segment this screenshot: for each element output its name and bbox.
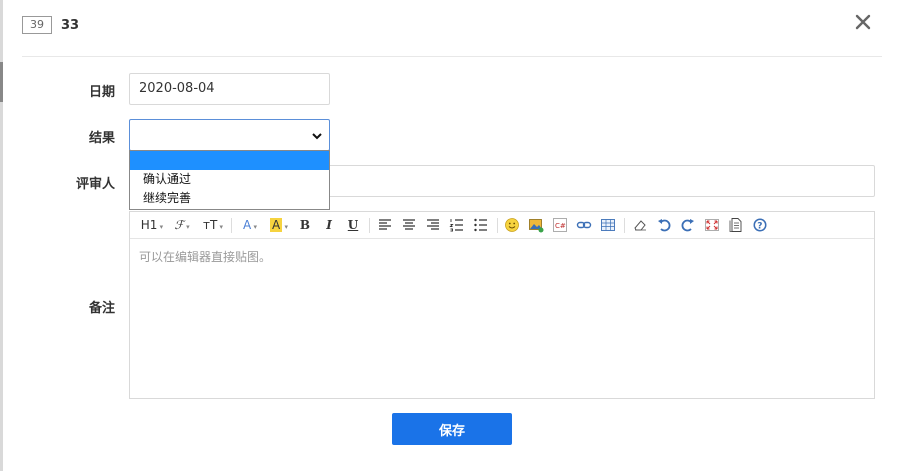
align-right-button[interactable] bbox=[425, 216, 441, 234]
result-option-improve[interactable]: 继续完善 bbox=[130, 189, 329, 208]
image-icon bbox=[529, 219, 544, 233]
link-icon bbox=[576, 221, 592, 229]
background-color-label: A bbox=[270, 218, 283, 232]
help-button[interactable]: ? bbox=[752, 216, 768, 234]
redo-icon bbox=[681, 219, 694, 232]
fullscreen-icon bbox=[705, 219, 719, 231]
align-right-icon bbox=[427, 219, 439, 230]
header-divider bbox=[22, 56, 882, 57]
reviewer-label: 评审人 bbox=[75, 177, 115, 192]
window-left-edge-handle bbox=[0, 62, 3, 102]
insert-code-button[interactable]: C# bbox=[552, 216, 568, 234]
code-icon: C# bbox=[553, 218, 567, 232]
ordered-list-button[interactable] bbox=[449, 216, 465, 234]
align-center-icon bbox=[403, 219, 415, 230]
undo-button[interactable] bbox=[656, 216, 672, 234]
emoji-button[interactable] bbox=[504, 216, 520, 234]
id-badge: 39 bbox=[22, 16, 52, 34]
toolbar-separator bbox=[497, 218, 498, 233]
svg-text:?: ? bbox=[757, 221, 762, 231]
toolbar-separator bbox=[624, 218, 625, 233]
clear-format-button[interactable] bbox=[632, 216, 648, 234]
editor-placeholder: 可以在编辑器直接贴图。 bbox=[139, 250, 272, 264]
font-family-button[interactable]: ℱ ▾ bbox=[170, 216, 194, 234]
font-size-button[interactable]: тT ▾ bbox=[200, 216, 226, 234]
align-left-button[interactable] bbox=[377, 216, 393, 234]
eraser-icon bbox=[634, 220, 646, 231]
save-button[interactable]: 保存 bbox=[392, 413, 512, 445]
undo-icon bbox=[658, 219, 671, 232]
help-icon: ? bbox=[753, 218, 767, 232]
unordered-list-icon bbox=[474, 218, 487, 232]
remarks-label: 备注 bbox=[88, 301, 115, 316]
chevron-down-icon bbox=[312, 133, 322, 140]
insert-link-button[interactable] bbox=[576, 216, 592, 234]
result-option-empty[interactable] bbox=[130, 151, 329, 170]
editor-toolbar: H1 ▾ ℱ ▾ тT ▾ A ▾ A ▾ B I U C# ? bbox=[130, 212, 874, 239]
result-label: 结果 bbox=[88, 131, 115, 146]
font-color-button[interactable]: A ▾ bbox=[239, 216, 261, 234]
font-color-label: A bbox=[243, 218, 252, 232]
font-size-label: тT bbox=[202, 218, 218, 232]
result-select[interactable] bbox=[129, 119, 330, 151]
heading-label: H1 bbox=[140, 218, 158, 232]
underline-button[interactable]: U bbox=[345, 216, 361, 234]
insert-table-button[interactable] bbox=[600, 216, 616, 234]
smiley-icon bbox=[505, 218, 519, 232]
date-label: 日期 bbox=[88, 85, 115, 100]
heading-button[interactable]: H1 ▾ bbox=[138, 216, 166, 234]
source-code-button[interactable] bbox=[728, 216, 744, 234]
bold-button[interactable]: B bbox=[297, 216, 313, 234]
dialog-header: 39 33 bbox=[0, 0, 899, 56]
close-icon bbox=[855, 14, 871, 30]
background-color-button[interactable]: A ▾ bbox=[267, 216, 291, 234]
table-icon bbox=[601, 219, 615, 231]
fullscreen-button[interactable] bbox=[704, 216, 720, 234]
svg-text:C#: C# bbox=[555, 222, 566, 230]
toolbar-separator bbox=[231, 218, 232, 233]
toolbar-separator bbox=[369, 218, 370, 233]
date-field[interactable]: 2020-08-04 bbox=[129, 73, 330, 105]
align-center-button[interactable] bbox=[401, 216, 417, 234]
dialog-title: 33 bbox=[61, 18, 80, 33]
unordered-list-button[interactable] bbox=[473, 216, 489, 234]
document-icon bbox=[729, 218, 742, 232]
redo-button[interactable] bbox=[680, 216, 696, 234]
result-dropdown: 确认通过 继续完善 bbox=[129, 150, 330, 210]
italic-button[interactable]: I bbox=[321, 216, 337, 234]
close-button[interactable] bbox=[852, 11, 874, 33]
insert-image-button[interactable] bbox=[528, 216, 544, 234]
result-option-approve[interactable]: 确认通过 bbox=[130, 170, 329, 189]
align-left-icon bbox=[379, 219, 391, 230]
font-family-label: ℱ bbox=[174, 218, 184, 232]
rich-text-editor[interactable]: H1 ▾ ℱ ▾ тT ▾ A ▾ A ▾ B I U C# ? 可以在编辑器直… bbox=[129, 211, 875, 399]
ordered-list-icon bbox=[449, 219, 463, 232]
